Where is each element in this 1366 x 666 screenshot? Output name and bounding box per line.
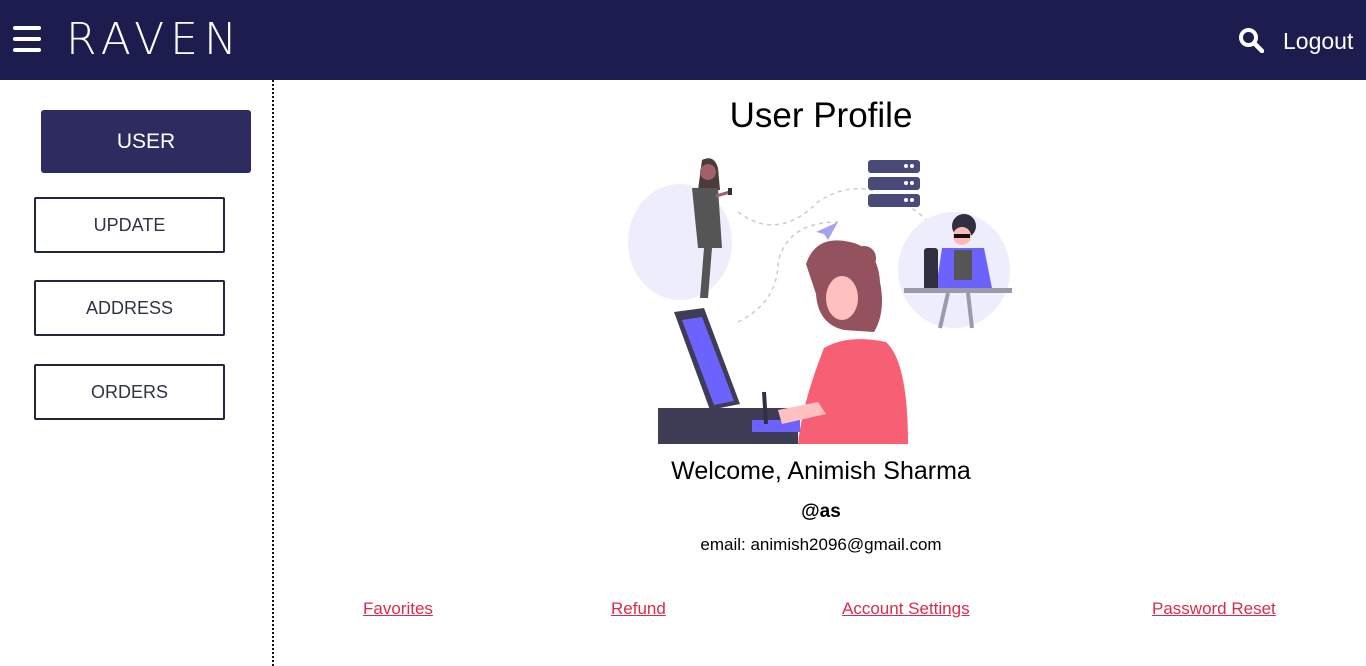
main-content: User Profile Welcome, Animish Sharma @as… xyxy=(276,80,1366,666)
favorites-link[interactable]: Favorites xyxy=(363,599,433,619)
profile-illustration xyxy=(628,158,1012,444)
sidebar-item-user[interactable]: USER xyxy=(41,110,251,173)
search-icon[interactable] xyxy=(1238,27,1264,53)
sidebar-item-orders[interactable]: ORDERS xyxy=(34,364,225,420)
logout-link[interactable]: Logout xyxy=(1283,26,1353,56)
sidebar: USER UPDATE ADDRESS ORDERS xyxy=(0,80,274,666)
page-title: User Profile xyxy=(729,96,913,135)
refund-link[interactable]: Refund xyxy=(611,599,666,619)
sidebar-item-address[interactable]: ADDRESS xyxy=(34,280,225,336)
account-settings-link[interactable]: Account Settings xyxy=(842,599,970,619)
user-email: email: animish2096@gmail.com xyxy=(700,535,942,554)
welcome-message: Welcome, Animish Sharma xyxy=(671,457,971,485)
brand-logo[interactable]: RAVEN xyxy=(66,14,243,66)
hamburger-menu-icon[interactable] xyxy=(13,26,41,52)
top-navbar: RAVEN Logout xyxy=(0,0,1366,80)
sidebar-item-update[interactable]: UPDATE xyxy=(34,197,225,253)
user-handle: @as xyxy=(801,501,841,522)
password-reset-link[interactable]: Password Reset xyxy=(1152,599,1276,619)
